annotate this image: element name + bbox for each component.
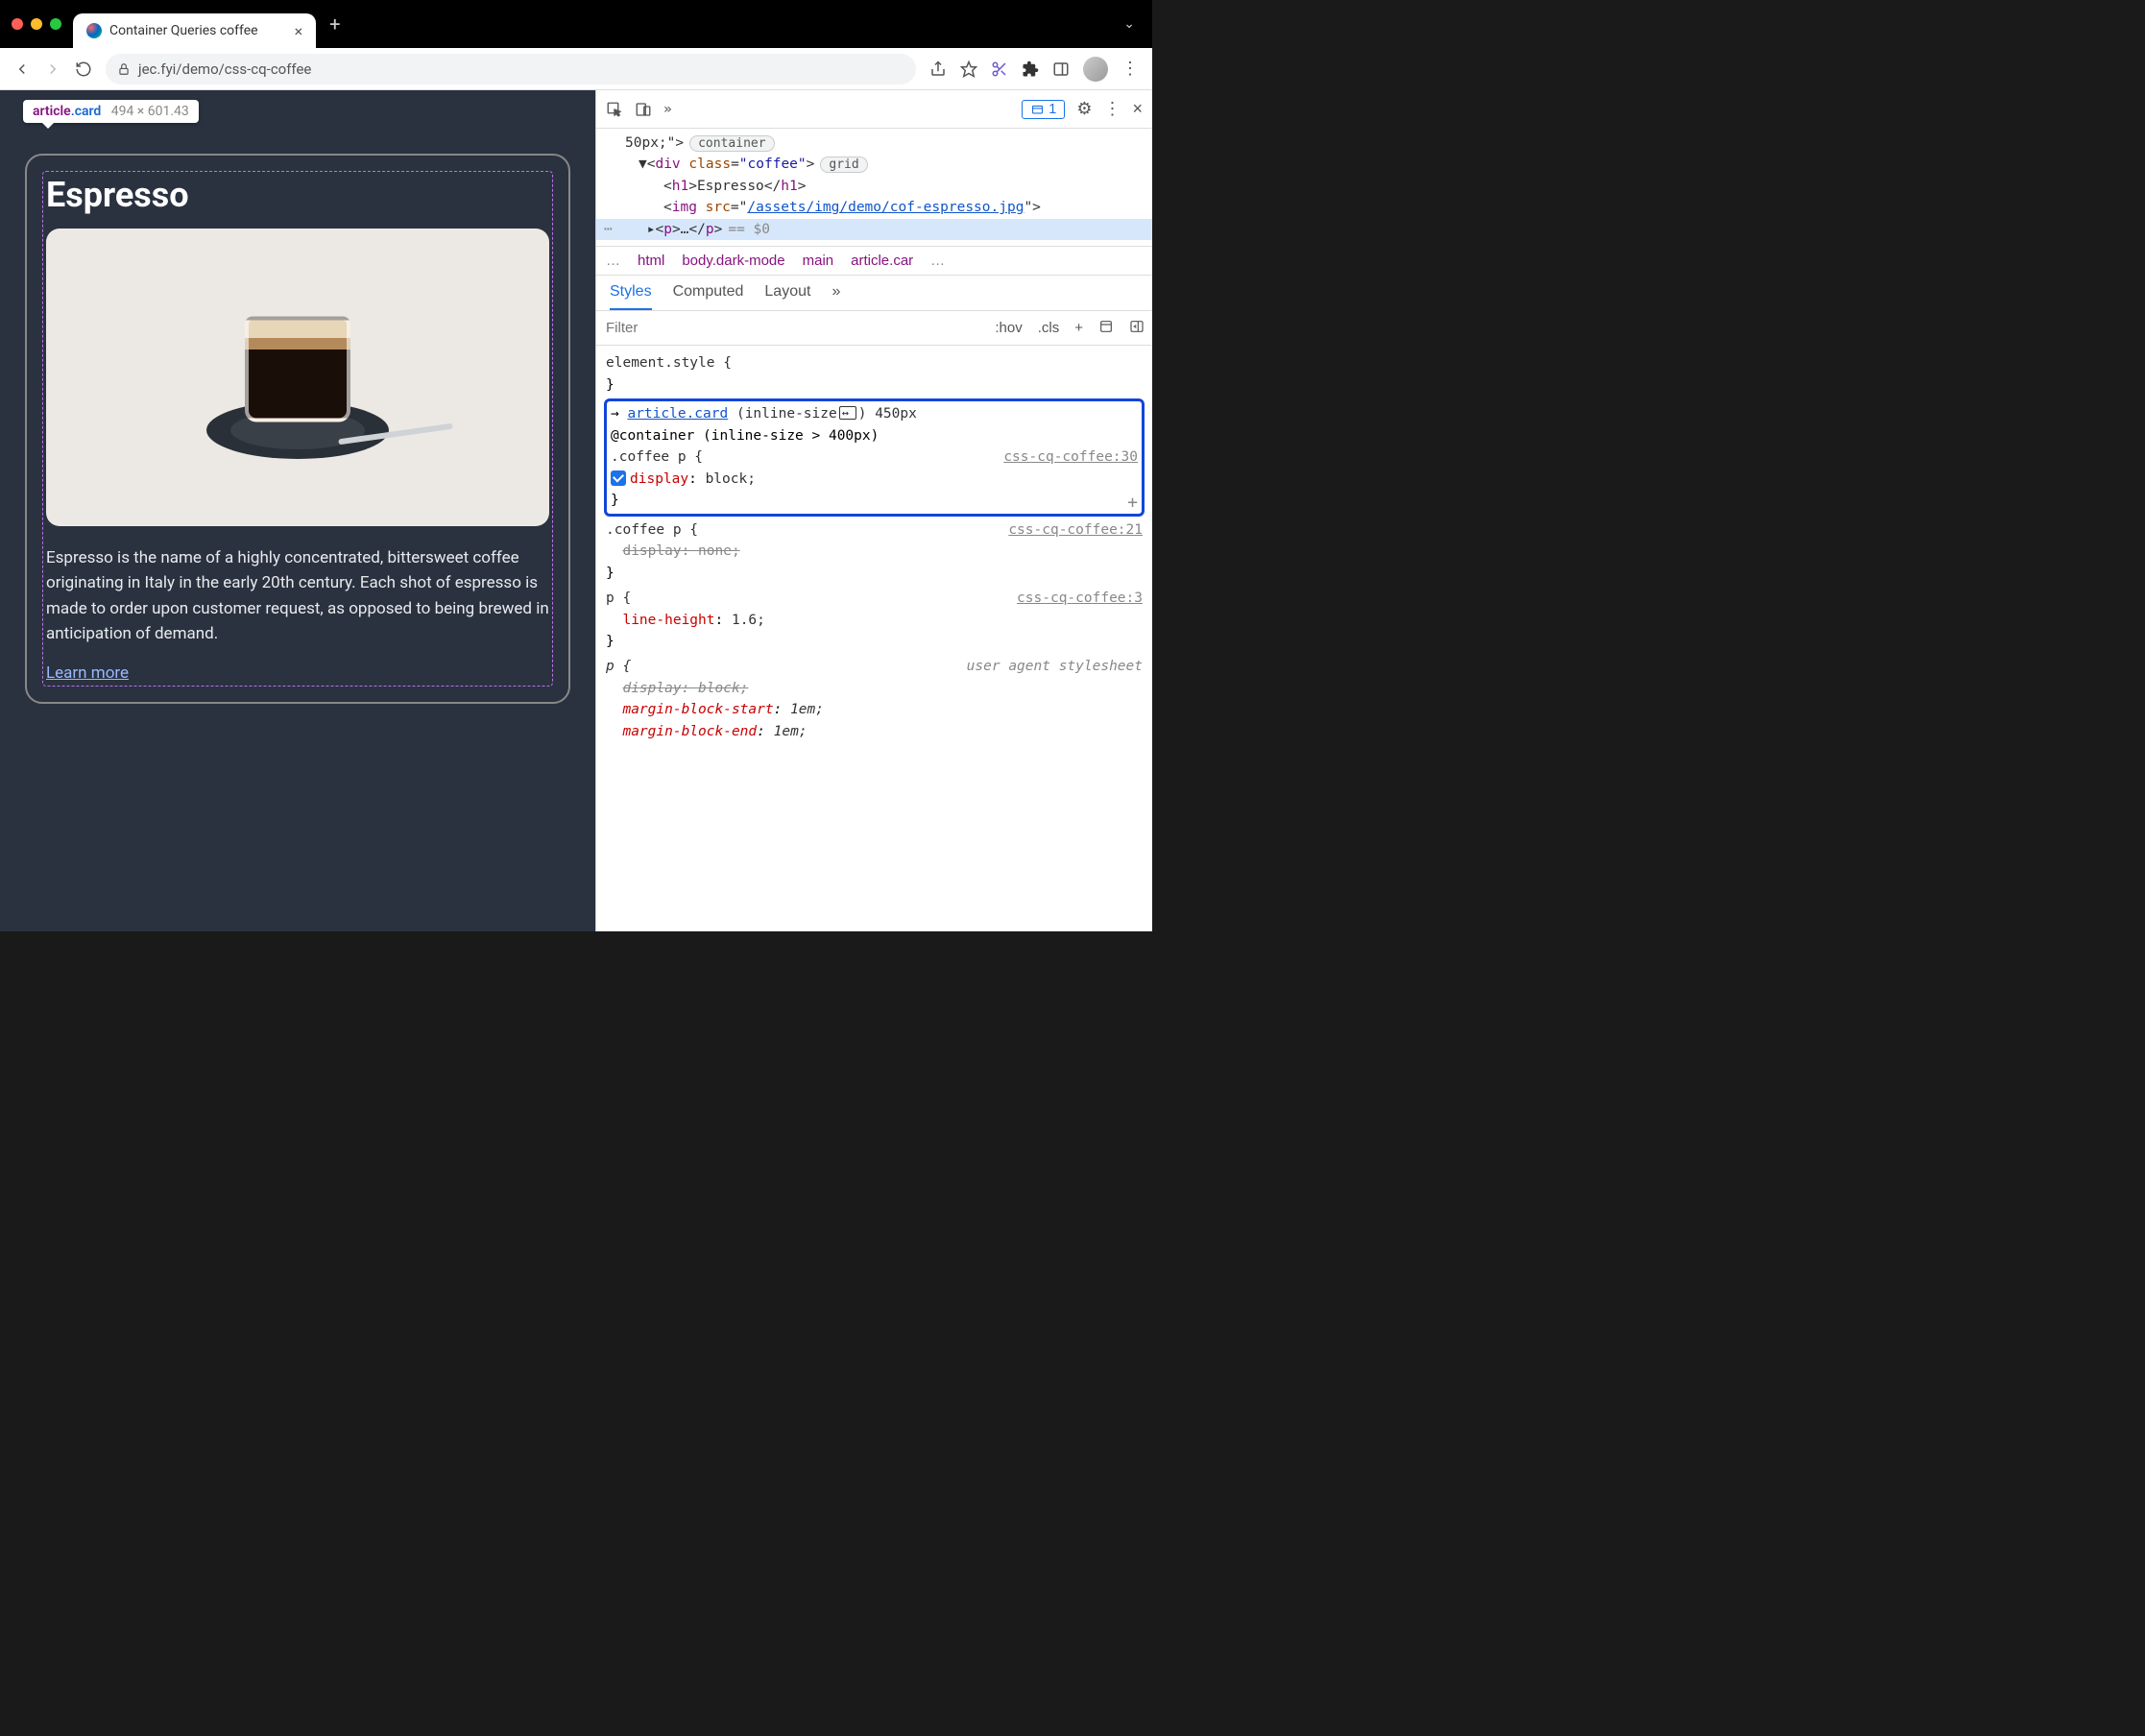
devtools-close-icon[interactable]: × (1132, 99, 1143, 119)
devtools-panel: » 1 ⚙ ⋮ × 50px;">container ▼<div class="… (595, 90, 1152, 931)
tab-layout[interactable]: Layout (764, 283, 810, 310)
container-badge[interactable]: container (689, 135, 774, 152)
rule-element-style[interactable]: element.style {} (604, 351, 1145, 397)
sidepanel-icon[interactable] (1052, 60, 1070, 78)
extensions-icon[interactable] (1022, 60, 1039, 78)
card-paragraph: Espresso is the name of a highly concent… (46, 545, 549, 646)
computed-toggle-icon[interactable] (1091, 319, 1121, 338)
crumb[interactable]: html (638, 253, 664, 269)
forward-icon[interactable] (44, 60, 61, 78)
profile-avatar[interactable] (1083, 57, 1108, 82)
issues-badge[interactable]: 1 (1022, 100, 1065, 119)
container-query-icon (839, 406, 856, 420)
device-toolbar-icon[interactable] (635, 101, 652, 118)
tab-close-icon[interactable]: × (266, 22, 303, 40)
devtools-menu-icon[interactable]: ⋮ (1103, 99, 1121, 119)
browser-menu-icon[interactable]: ⋮ (1121, 59, 1139, 79)
dom-line[interactable]: ▼<div class="coffee">grid (625, 154, 1145, 175)
breadcrumbs[interactable]: … html body.dark-mode main article.car … (596, 246, 1152, 276)
reload-icon[interactable] (75, 60, 92, 78)
minimize-window-button[interactable] (31, 18, 42, 30)
dom-line[interactable]: <img src="/assets/img/demo/cof-espresso.… (625, 197, 1145, 218)
tab-title: Container Queries coffee (109, 23, 258, 38)
style-rules: element.style {} → article.card (inline-… (596, 346, 1152, 751)
tabs-overflow[interactable]: » (831, 283, 840, 310)
article-card[interactable]: Espresso Espresso is the name of a highl… (25, 154, 570, 704)
browser-tab[interactable]: Container Queries coffee × (73, 13, 316, 48)
sidebar-toggle-icon[interactable] (1121, 319, 1152, 338)
maximize-window-button[interactable] (50, 18, 61, 30)
tab-computed[interactable]: Computed (673, 283, 744, 310)
back-icon[interactable] (13, 60, 31, 78)
learn-more-link[interactable]: Learn more (46, 663, 129, 683)
devtools-toolbar: » 1 ⚙ ⋮ × (596, 90, 1152, 129)
address-bar[interactable]: jec.fyi/demo/css-cq-coffee (106, 54, 916, 84)
webpage-preview: article.card 494 × 601.43 Espresso Espre… (0, 90, 595, 931)
styles-filter-input[interactable] (596, 320, 987, 336)
crumb[interactable]: … (606, 253, 620, 269)
close-window-button[interactable] (12, 18, 23, 30)
dom-line-selected[interactable]: ⋯ ▸<p>…</p> == $0 (596, 219, 1152, 240)
share-icon[interactable] (929, 60, 947, 78)
tab-favicon (86, 23, 102, 38)
settings-icon[interactable]: ⚙ (1076, 99, 1092, 119)
property-checkbox[interactable] (611, 470, 626, 486)
scissors-icon[interactable] (991, 60, 1008, 78)
tooltip-dimensions: 494 × 601.43 (111, 104, 189, 119)
dom-tree[interactable]: 50px;">container ▼<div class="coffee">gr… (596, 129, 1152, 246)
cls-toggle[interactable]: .cls (1030, 320, 1068, 336)
bookmark-star-icon[interactable] (960, 60, 977, 78)
url-toolbar: jec.fyi/demo/css-cq-coffee ⋮ (0, 48, 1152, 90)
grid-badge[interactable]: grid (820, 157, 867, 173)
tooltip-class: .card (71, 104, 102, 119)
rule-p[interactable]: p {css-cq-coffee:3 line-height: 1.6;} (604, 587, 1145, 653)
toolbar-actions: ⋮ (929, 57, 1139, 82)
workspace: article.card 494 × 601.43 Espresso Espre… (0, 90, 1152, 931)
tooltip-tag: article (33, 104, 71, 119)
source-link[interactable]: css-cq-coffee:30 (1003, 446, 1138, 468)
url-text: jec.fyi/demo/css-cq-coffee (138, 60, 311, 78)
lock-icon (117, 60, 131, 78)
window-controls (12, 18, 61, 30)
dom-line[interactable]: 50px;">container (625, 133, 1145, 154)
crumb[interactable]: body.dark-mode (682, 253, 784, 269)
source-link[interactable]: css-cq-coffee:3 (1017, 588, 1143, 609)
tabs-overflow-icon[interactable]: ⌄ (1123, 16, 1141, 32)
element-tooltip: article.card 494 × 601.43 (23, 100, 199, 123)
source-link[interactable]: css-cq-coffee:21 (1008, 519, 1143, 541)
new-rule-button[interactable]: + (1067, 320, 1091, 336)
crumb[interactable]: … (930, 253, 945, 269)
hover-toggle[interactable]: :hov (987, 320, 1029, 336)
card-image (46, 229, 549, 526)
issues-icon (1030, 102, 1045, 116)
crumb[interactable]: article.car (851, 253, 913, 269)
inspect-icon[interactable] (606, 101, 623, 118)
new-tab-button[interactable]: + (329, 12, 340, 36)
card-heading: Espresso (46, 175, 549, 215)
add-property-button[interactable]: + (1127, 490, 1138, 517)
window-titlebar: Container Queries coffee × + ⌄ (0, 0, 1152, 48)
source-label: user agent stylesheet (967, 656, 1143, 677)
rule-coffee-p[interactable]: .coffee p {css-cq-coffee:21 display: non… (604, 518, 1145, 585)
styles-tabs: Styles Computed Layout » (596, 276, 1152, 311)
styles-filter-row: :hov .cls + (596, 311, 1152, 346)
dom-line[interactable]: <h1>Espresso</h1> (625, 176, 1145, 197)
tab-styles[interactable]: Styles (610, 283, 652, 310)
rule-container-query[interactable]: → article.card (inline-size) 450px @cont… (604, 398, 1145, 516)
crumb[interactable]: main (803, 253, 834, 269)
rule-user-agent[interactable]: p {user agent stylesheet display: block;… (604, 655, 1145, 743)
issues-count: 1 (1048, 102, 1056, 117)
